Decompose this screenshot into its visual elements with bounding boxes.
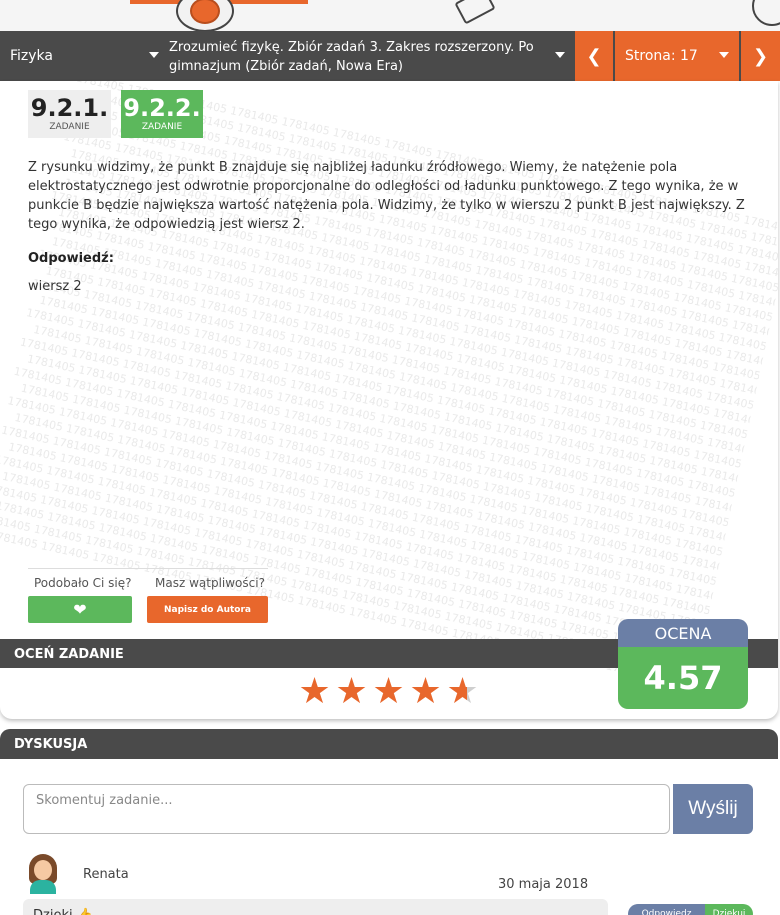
answer-heading: Odpowiedź: <box>28 251 114 266</box>
write-to-author-button[interactable]: Napisz do Autora <box>147 596 268 623</box>
chevron-down-icon <box>149 52 159 58</box>
brain-icon <box>176 0 234 31</box>
doubts-question: Masz wątpliwości? <box>155 576 265 590</box>
page-select[interactable]: Strona: 17 <box>615 31 739 81</box>
comment-input[interactable] <box>23 784 670 834</box>
rate-task-heading: OCEŃ ZADANIE <box>14 647 124 662</box>
task-tile-previous[interactable]: 9.2.1. ZADANIE <box>28 90 111 138</box>
score-box: OCENA 4.57 <box>618 619 748 709</box>
liked-question: Podobało Ci się? <box>34 576 132 590</box>
previous-page-button[interactable]: ❮ <box>575 31 613 81</box>
discussion-heading: DYSKUSJA <box>14 737 88 752</box>
star-rating[interactable]: ★ ★ ★ ★ ★ <box>296 674 481 710</box>
star-half-icon[interactable]: ★ <box>444 674 481 710</box>
header-illustration <box>0 0 780 31</box>
heart-icon: ❤ <box>73 600 87 619</box>
task-number: 9.2.2. <box>123 94 201 122</box>
star-icon[interactable]: ★ <box>407 674 444 710</box>
book-select[interactable]: Zrozumieć fizykę. Zbiór zadań 3. Zakres … <box>165 31 575 81</box>
thank-button[interactable]: Dziękuj <box>705 904 753 915</box>
feedback-row: Podobało Ci się? Masz wątpliwości? <box>28 568 268 590</box>
avatar <box>26 854 60 894</box>
chevron-left-icon: ❮ <box>586 45 602 67</box>
task-number: 9.2.1. <box>30 94 109 122</box>
star-icon[interactable]: ★ <box>296 674 333 710</box>
answer-value: wiersz 2 <box>28 279 82 294</box>
comment-author: Renata <box>83 867 129 882</box>
chevron-right-icon: ❯ <box>752 45 769 67</box>
score-value: 4.57 <box>618 647 748 709</box>
score-label: OCENA <box>618 619 748 647</box>
comment-actions: Odpowiedz Dziękuj <box>628 904 753 915</box>
pencil-doodle-icon <box>454 0 496 25</box>
page-select-label: Strona: 17 <box>625 48 698 64</box>
star-icon[interactable]: ★ <box>333 674 370 710</box>
task-label: ZADANIE <box>141 122 183 132</box>
top-navbar: Fizyka Zrozumieć fizykę. Zbiór zadań 3. … <box>0 31 780 81</box>
circle-doodle-icon <box>752 0 780 26</box>
subject-select-label: Fizyka <box>10 48 53 64</box>
task-tile-current[interactable]: 9.2.2. ZADANIE <box>121 90 203 138</box>
chevron-down-icon <box>719 52 729 58</box>
solution-card: 1781405 1781405 1781405 1781405 1781405 … <box>0 81 778 719</box>
star-icon[interactable]: ★ <box>370 674 407 710</box>
comment-text: Dzięki 👍 <box>23 899 608 915</box>
book-select-label: Zrozumieć fizykę. Zbiór zadań 3. Zakres … <box>169 40 534 74</box>
like-button[interactable]: ❤ <box>28 596 132 623</box>
solution-text: Z rysunku widzimy, że punkt B znajduje s… <box>28 160 745 232</box>
comment-date: 30 maja 2018 <box>498 877 589 892</box>
chevron-down-icon <box>555 52 565 58</box>
subject-select[interactable]: Fizyka <box>0 31 165 81</box>
discussion-bar: DYSKUSJA <box>0 729 778 759</box>
reply-button[interactable]: Odpowiedz <box>628 904 705 915</box>
next-page-button[interactable]: ❯ <box>741 31 780 81</box>
send-comment-button[interactable]: Wyślij <box>673 784 753 834</box>
task-label: ZADANIE <box>49 122 90 132</box>
